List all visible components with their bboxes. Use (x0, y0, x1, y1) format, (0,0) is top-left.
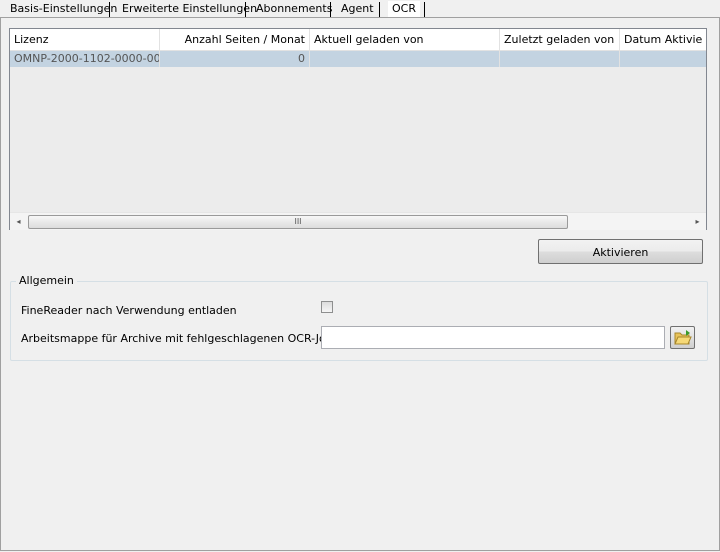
tab-erweiterte-einstellungen[interactable]: Erweiterte Einstellungen (122, 1, 257, 17)
tab-basis-einstellungen[interactable]: Basis-Einstellungen (10, 1, 117, 17)
tab-separator (109, 2, 110, 17)
grid-header: Lizenz Anzahl Seiten / Monat Aktuell gel… (10, 29, 706, 51)
cell-datum[interactable] (620, 51, 706, 67)
failed-ocr-folder-input[interactable] (321, 326, 665, 349)
folder-open-icon (674, 330, 692, 345)
unload-finereader-checkbox[interactable] (321, 301, 333, 313)
scrollbar-thumb[interactable]: III (28, 215, 568, 229)
tab-separator (379, 2, 380, 17)
column-header-zuletzt[interactable]: Zuletzt geladen von (500, 29, 620, 50)
tab-underline (0, 17, 720, 18)
activate-button[interactable]: Aktivieren (538, 239, 703, 264)
column-header-datum[interactable]: Datum Aktivie (620, 29, 706, 50)
column-header-aktuell[interactable]: Aktuell geladen von (310, 29, 500, 50)
unload-finereader-label: FineReader nach Verwendung entladen (21, 304, 237, 317)
cell-aktuell[interactable] (310, 51, 500, 67)
scrollbar-grip-icon: III (294, 217, 302, 226)
scroll-left-icon[interactable]: ◂ (10, 213, 27, 230)
column-header-seiten[interactable]: Anzahl Seiten / Monat (160, 29, 310, 50)
horizontal-scrollbar[interactable]: ◂ III ▸ (10, 212, 706, 230)
tab-separator (330, 2, 331, 17)
cell-seiten[interactable]: 0 (160, 51, 310, 67)
license-grid[interactable]: Lizenz Anzahl Seiten / Monat Aktuell gel… (9, 28, 707, 230)
tab-abonnements[interactable]: Abonnements (256, 1, 332, 17)
tab-separator (245, 2, 246, 17)
browse-folder-button[interactable] (670, 326, 695, 349)
tab-agent[interactable]: Agent (341, 1, 374, 17)
table-row[interactable]: OMNP-2000-1102-0000-0079 0 (10, 51, 706, 67)
general-groupbox (10, 281, 708, 361)
scroll-right-icon[interactable]: ▸ (689, 213, 706, 230)
tab-bar: Basis-Einstellungen Erweiterte Einstellu… (0, 0, 720, 18)
failed-ocr-folder-label: Arbeitsmappe für Archive mit fehlgeschla… (21, 332, 339, 345)
tab-separator (424, 2, 425, 17)
column-header-lizenz[interactable]: Lizenz (10, 29, 160, 50)
cell-zuletzt[interactable] (500, 51, 620, 67)
tab-ocr[interactable]: OCR (388, 1, 420, 17)
groupbox-title: Allgemein (16, 274, 77, 287)
cell-lizenz[interactable]: OMNP-2000-1102-0000-0079 (10, 51, 160, 67)
